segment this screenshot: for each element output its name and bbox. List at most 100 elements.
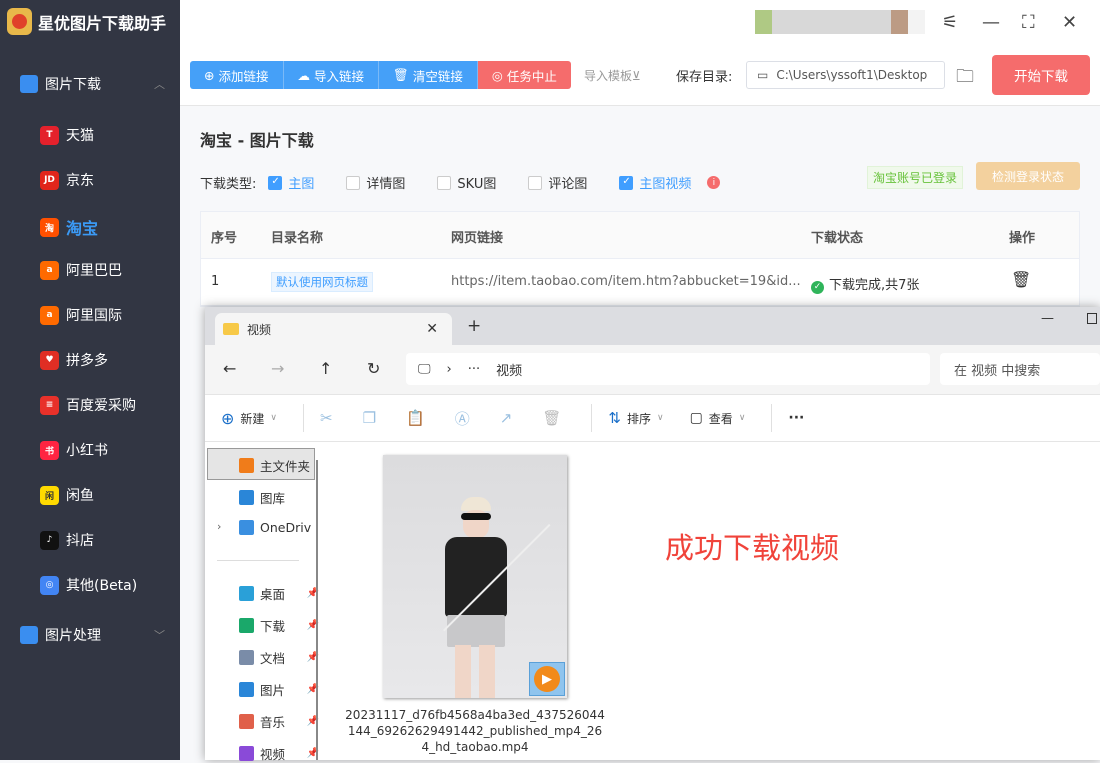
scrollbar[interactable] xyxy=(316,460,318,760)
nav-icon xyxy=(239,618,254,633)
nav-item-7[interactable]: 音乐 📌 xyxy=(239,712,319,731)
checkbox-sku[interactable] xyxy=(437,175,452,190)
sidebar-item-4[interactable]: a 阿里国际 xyxy=(40,305,122,325)
nav-item-3[interactable]: 桌面 📌 xyxy=(239,584,319,603)
platform-icon: 淘 xyxy=(40,217,59,237)
close-tab-icon[interactable]: ✕ xyxy=(426,321,438,337)
paste-icon[interactable]: 📋 xyxy=(406,409,425,427)
close-icon[interactable]: ✕ xyxy=(1062,12,1077,33)
label: 清空链接 xyxy=(412,68,463,84)
add-link-button[interactable]: ⊕ 添加链接 xyxy=(190,61,284,89)
nav-icon xyxy=(239,458,254,473)
plus-circle-icon: ⊕ xyxy=(221,408,235,428)
explorer-tab[interactable]: 视频 ✕ xyxy=(215,313,452,345)
rename-icon[interactable]: Ⓐ xyxy=(455,408,470,429)
checkbox-video[interactable] xyxy=(619,175,634,190)
file-name[interactable]: 20231117_d76fb4568a4ba3ed_437526044144_6… xyxy=(345,707,605,755)
chevron-down-icon: ∨ xyxy=(270,413,278,423)
minimize-icon[interactable]: — xyxy=(1041,311,1054,326)
sidebar-item-1[interactable]: JD 京东 xyxy=(40,170,94,190)
nav-item-1[interactable]: 图库 xyxy=(239,488,319,507)
type-video[interactable]: 主图视频 xyxy=(639,173,691,192)
nav-item-0[interactable]: 主文件夹 xyxy=(239,456,319,475)
new-button[interactable]: ⊕ 新建 ∨ xyxy=(221,409,277,428)
checkbox-review[interactable] xyxy=(528,175,543,190)
delete-icon[interactable]: 🗑 xyxy=(542,409,561,427)
sidebar-group-download[interactable]: 图片下载 ︿ xyxy=(20,74,165,94)
table-header: 序号 目录名称 网页链接 下载状态 操作 xyxy=(201,212,1079,259)
refresh-icon[interactable]: ↻ xyxy=(367,359,380,378)
sidebar-item-0[interactable]: T 天猫 xyxy=(40,125,94,145)
row-status: ✓ 下载完成,共7张 xyxy=(811,274,919,294)
type-review[interactable]: 评论图 xyxy=(548,173,587,192)
ellipsis-icon[interactable]: ··· xyxy=(468,362,480,377)
nav-label: 文档 xyxy=(260,651,286,666)
label: 任务中止 xyxy=(506,68,557,84)
forward-icon[interactable]: → xyxy=(271,359,284,378)
sidebar-item-8[interactable]: 闲闲鱼 xyxy=(40,485,94,505)
label: 添加链接 xyxy=(218,68,269,84)
type-sku[interactable]: SKU图 xyxy=(457,173,496,192)
share-icon[interactable]: ↗ xyxy=(500,409,513,427)
import-link-button[interactable]: ☁ 导入链接 xyxy=(283,61,380,89)
title-bar: ⚟ — ⛶ ✕ xyxy=(180,0,1100,48)
search-input[interactable]: 在 视频 中搜索 xyxy=(940,353,1100,385)
up-icon[interactable]: ↑ xyxy=(319,359,332,378)
back-icon[interactable]: ← xyxy=(223,359,236,378)
sidebar-item-2[interactable]: 淘淘宝 xyxy=(40,215,98,239)
more-options-button[interactable]: ··· xyxy=(788,410,804,426)
platform-icon: ♥ xyxy=(40,350,59,370)
folder-icon xyxy=(223,323,239,335)
sidebar-item-9[interactable]: ♪ 抖店 xyxy=(40,530,94,550)
maximize-icon[interactable] xyxy=(1087,313,1097,324)
sidebar-item-7[interactable]: 书小红书 xyxy=(40,440,108,460)
nav-item-6[interactable]: 图片 📌 xyxy=(239,680,319,699)
nav-icon xyxy=(239,650,254,665)
video-thumbnail[interactable]: ▶ xyxy=(383,455,567,698)
sidebar-group-process[interactable]: 图片处理 ﹀ xyxy=(20,625,165,645)
nav-item-4[interactable]: 下载 📌 xyxy=(239,616,319,635)
checkbox-detail[interactable] xyxy=(346,175,361,190)
maximize-icon[interactable]: ⛶ xyxy=(1022,12,1035,33)
platform-icon: a xyxy=(40,305,59,325)
sidebar-item-3[interactable]: a 阿里巴巴 xyxy=(40,260,122,280)
cut-icon[interactable]: ✂ xyxy=(320,409,333,427)
type-detail[interactable]: 详情图 xyxy=(366,173,405,192)
sidebar-item-5[interactable]: ♥ 拼多多 xyxy=(40,350,108,370)
expand-chevron-icon[interactable]: › xyxy=(217,520,221,533)
save-path-input[interactable]: ▭ C:\Users\yssoft1\Desktop xyxy=(746,61,945,89)
start-download-button[interactable]: 开始下载 xyxy=(992,55,1090,95)
nav-item-8[interactable]: 视频 📌 xyxy=(239,744,319,763)
platform-icon: ♪ xyxy=(40,530,59,550)
type-main[interactable]: 主图 xyxy=(288,173,314,192)
clear-link-button[interactable]: 🗑 清空链接 xyxy=(379,61,478,89)
import-template-link[interactable]: 导入模板⊻ xyxy=(584,67,641,84)
sidebar-item-label: 抖店 xyxy=(66,533,94,549)
info-icon[interactable]: i xyxy=(707,176,721,189)
view-button[interactable]: ▢ 查看 ∨ xyxy=(690,410,746,427)
settings-icon[interactable]: ⚟ xyxy=(942,12,958,33)
sidebar-item-10[interactable]: ◎ 其他(Beta) xyxy=(40,575,137,595)
sort-button[interactable]: ⇅ 排序 ∨ xyxy=(608,409,663,427)
nav-item-2[interactable]: OneDriv xyxy=(239,520,319,535)
nav-icon xyxy=(239,682,254,697)
nav-label: 音乐 xyxy=(260,715,286,730)
chevron-right-icon: › xyxy=(446,361,452,377)
check-login-button[interactable]: 检测登录状态 xyxy=(976,162,1080,190)
dir-tag[interactable]: 默认使用网页标题 xyxy=(271,272,373,292)
address-input[interactable]: 🖵 › ··· 视频 xyxy=(406,353,930,385)
stop-task-button[interactable]: ◎ 任务中止 xyxy=(477,61,571,89)
platform-icon: a xyxy=(40,260,59,280)
row-no: 1 xyxy=(211,274,220,289)
copy-icon[interactable]: ❐ xyxy=(363,409,376,427)
col-status: 下载状态 xyxy=(811,231,864,246)
checkbox-main[interactable] xyxy=(268,175,283,190)
new-tab-icon[interactable]: + xyxy=(467,316,481,336)
nav-item-5[interactable]: 文档 📌 xyxy=(239,648,319,667)
delete-icon[interactable]: 🗑 xyxy=(1011,270,1031,289)
open-folder-icon[interactable]: 🗀 xyxy=(956,64,974,94)
navigation-pane: 主文件夹图库 OneDriv 桌面 📌 下载 📌 文档 📌 图片 📌 音乐 📌 视频 📌 › xyxy=(205,442,325,763)
sidebar-item-6[interactable]: ≡ 百度爱采购 xyxy=(40,395,136,415)
minimize-icon[interactable]: — xyxy=(982,12,1000,33)
nav-icon xyxy=(239,714,254,729)
